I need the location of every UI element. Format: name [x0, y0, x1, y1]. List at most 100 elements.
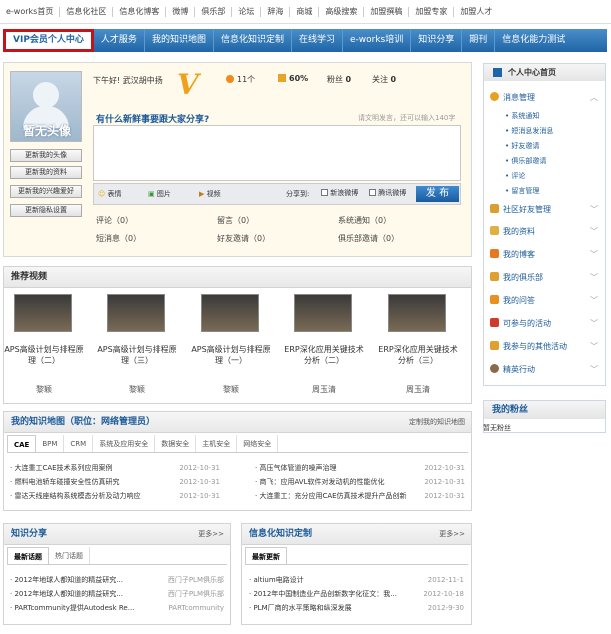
- fans-none: 暂无粉丝: [483, 424, 511, 432]
- post-hint: 请文明发言，还可以输入140字: [358, 114, 456, 122]
- nav-share[interactable]: 知识分享: [411, 29, 463, 52]
- sidebar-sub-comments[interactable]: • 评论: [505, 171, 525, 182]
- video-thumb[interactable]: [14, 294, 72, 332]
- share-more-link[interactable]: 更多>>: [198, 524, 224, 545]
- video-thumb[interactable]: [388, 294, 446, 332]
- kmap-tabs: CAE BPM CRM 系统及应用安全 数据安全 主机安全 网络安全: [7, 435, 468, 453]
- video-title[interactable]: APS高级计划与排程原理（一）: [188, 344, 274, 366]
- tab-latest-topics[interactable]: 最新话题: [7, 547, 49, 564]
- sidebar-item-club[interactable]: 我的俱乐部 ﹀: [490, 271, 600, 285]
- list-item[interactable]: · 大连重工：充分应用CAE仿真技术提升产品创新 2012-10-31: [255, 489, 465, 503]
- stat-friend-invite[interactable]: 好友邀请（0）: [217, 233, 270, 244]
- kmap-list-right: · 高压气体管道的噪声治理 2012-10-31 · 商飞：应用AVL软件对发动机…: [255, 461, 465, 503]
- sidebar-item-qa[interactable]: 我的问答 ﹀: [490, 294, 600, 308]
- list-item[interactable]: · 大连重工CAE技术系列应用案例 2012-10-31: [10, 461, 220, 475]
- sidebar-item-other-activities[interactable]: 我参与的其他活动 ﹀: [490, 340, 600, 354]
- share-tencent-checkbox[interactable]: 腾讯微博: [369, 188, 406, 198]
- club-icon: [490, 272, 499, 281]
- nav-vip-center[interactable]: VIP会员个人中心: [3, 29, 94, 52]
- topnav-link[interactable]: 商城: [290, 6, 320, 17]
- v-badge-icon: V: [177, 68, 199, 101]
- stat-messages[interactable]: 留言（0）: [217, 215, 254, 226]
- list-item[interactable]: · 商飞：应用AVL软件对发动机的性能优化 2012-10-31: [255, 475, 465, 489]
- nav-talent[interactable]: 人才服务: [94, 29, 145, 52]
- sidebar-item-messages[interactable]: 消息管理 ︿: [490, 91, 600, 105]
- list-item[interactable]: · 2012年地球人都知道的精益研究... 西门子PLM俱乐部: [10, 573, 224, 587]
- sidebar-item-blog[interactable]: 我的博客 ﹀: [490, 248, 600, 262]
- nav-journal[interactable]: 期刊: [462, 29, 496, 52]
- topnav-link[interactable]: 论坛: [232, 6, 262, 17]
- video-thumb[interactable]: [201, 294, 259, 332]
- nav-test[interactable]: 信息化能力测试: [495, 29, 572, 52]
- sidebar-sub-system[interactable]: • 系统通知: [505, 111, 539, 122]
- video-title[interactable]: APS高级计划与排程原理（二）: [1, 344, 87, 366]
- emoji-button[interactable]: ☺ 表情: [98, 189, 122, 199]
- tab-data-security[interactable]: 数据安全: [155, 435, 197, 452]
- stat-system[interactable]: 系统通知（0）: [338, 215, 391, 226]
- tab-bpm[interactable]: BPM: [36, 435, 65, 452]
- topnav-link[interactable]: 俱乐部: [195, 6, 233, 17]
- tab-net-security[interactable]: 网络安全: [237, 435, 279, 452]
- sidebar-head[interactable]: 个人中心首页: [484, 64, 605, 81]
- tab-latest-updates[interactable]: 最新更新: [245, 547, 287, 564]
- list-item[interactable]: · 雷达天线座结构系统模态分析及动力响应 2012-10-31: [10, 489, 220, 503]
- video-thumb[interactable]: [107, 294, 165, 332]
- sidebar-item-friends[interactable]: 社区好友管理 ﹀: [490, 203, 600, 217]
- kmap-custom-link[interactable]: 定制我的知识地图: [409, 412, 465, 433]
- tab-hot-topics[interactable]: 热门话题: [49, 547, 90, 564]
- list-item[interactable]: · altium电路设计 2012-11-1: [249, 573, 464, 587]
- publish-button[interactable]: 发 布: [416, 186, 459, 202]
- list-item[interactable]: · 2012年地球人都知道的精益研究... 西门子PLM俱乐部: [10, 587, 224, 601]
- sidebar-item-elite[interactable]: 精英行动 ﹀: [490, 363, 600, 377]
- nav-training[interactable]: e-works培训: [343, 29, 412, 52]
- list-item[interactable]: · 燃料电池轿车碰撞安全性仿真研究 2012-10-31: [10, 475, 220, 489]
- update-interest-button[interactable]: 更新我的兴趣爱好: [10, 185, 82, 198]
- nav-online[interactable]: 在线学习: [292, 29, 343, 52]
- stat-club-invite[interactable]: 俱乐部邀请（0）: [338, 233, 399, 244]
- topnav-link[interactable]: 加盟撰稿: [364, 6, 410, 17]
- video-title[interactable]: APS高级计划与排程原理（三）: [94, 344, 180, 366]
- video-button[interactable]: ▶ 视频: [199, 189, 221, 199]
- tab-host-security[interactable]: 主机安全: [196, 435, 238, 452]
- nav-knowledge-map[interactable]: 我的知识地图: [145, 29, 214, 52]
- sidebar-item-activities[interactable]: 可参与的活动 ﹀: [490, 317, 600, 331]
- topnav-link[interactable]: 信息化社区: [60, 6, 114, 17]
- sidebar-sub-guestbook[interactable]: • 留言管理: [505, 186, 539, 197]
- custom-more-link[interactable]: 更多>>: [439, 524, 465, 545]
- fans-stat[interactable]: 粉丝 0: [327, 74, 351, 85]
- avatar[interactable]: 暂无头像: [10, 71, 82, 142]
- stat-comments[interactable]: 评论（0）: [96, 215, 133, 226]
- tab-crm[interactable]: CRM: [64, 435, 94, 452]
- image-button[interactable]: ▣ 图片: [148, 189, 171, 199]
- sidebar-sub-friend[interactable]: • 好友邀请: [505, 141, 539, 152]
- sidebar-sub-club[interactable]: • 俱乐部邀请: [505, 156, 546, 167]
- list-item[interactable]: · PARTcommunity提供Autodesk Re... PARTcommu…: [10, 601, 224, 615]
- topnav-link[interactable]: 高级搜索: [319, 6, 365, 17]
- topnav-link[interactable]: 微博: [166, 6, 196, 17]
- follow-stat[interactable]: 关注 0: [372, 74, 396, 85]
- post-textarea[interactable]: [93, 125, 461, 181]
- update-profile-button[interactable]: 更新我的资料: [10, 166, 82, 179]
- list-item[interactable]: · PLM厂商的水平策略和纵深发展 2012-9-30: [249, 601, 464, 615]
- kmap-title: 我的知识地图（职位：网络管理员） 定制我的知识地图: [4, 412, 471, 433]
- topnav-link[interactable]: 辞海: [261, 6, 291, 17]
- update-avatar-button[interactable]: 更新我的头像: [10, 149, 82, 162]
- nav-custom[interactable]: 信息化知识定制: [214, 29, 292, 52]
- list-item[interactable]: · 2012年中国制造业产品创新数字化征文：我... 2012-10-18: [249, 587, 464, 601]
- tab-sys-security[interactable]: 系统及应用安全: [93, 435, 156, 452]
- topnav-link[interactable]: 加盟人才: [454, 7, 498, 17]
- update-privacy-button[interactable]: 更新隐私设置: [10, 204, 82, 217]
- video-title[interactable]: ERP深化应用关键技术分析（三）: [375, 344, 461, 366]
- topnav-link[interactable]: 加盟专家: [409, 6, 455, 17]
- video-thumb[interactable]: [294, 294, 352, 332]
- tab-cae[interactable]: CAE: [7, 435, 37, 452]
- sidebar-sub-short-msg[interactable]: • 短消息发消息: [505, 126, 553, 137]
- topnav-link[interactable]: 信息化博客: [113, 6, 167, 17]
- share-label: 分享到:: [286, 190, 310, 198]
- topnav-link[interactable]: e-works首页: [0, 6, 61, 17]
- video-title[interactable]: ERP深化应用关键技术分析（二）: [281, 344, 367, 366]
- share-sina-checkbox[interactable]: 新浪微博: [321, 188, 358, 198]
- stat-short-msg[interactable]: 短消息（0）: [96, 233, 141, 244]
- list-item[interactable]: · 高压气体管道的噪声治理 2012-10-31: [255, 461, 465, 475]
- sidebar-item-profile[interactable]: 我的资料 ﹀: [490, 225, 600, 239]
